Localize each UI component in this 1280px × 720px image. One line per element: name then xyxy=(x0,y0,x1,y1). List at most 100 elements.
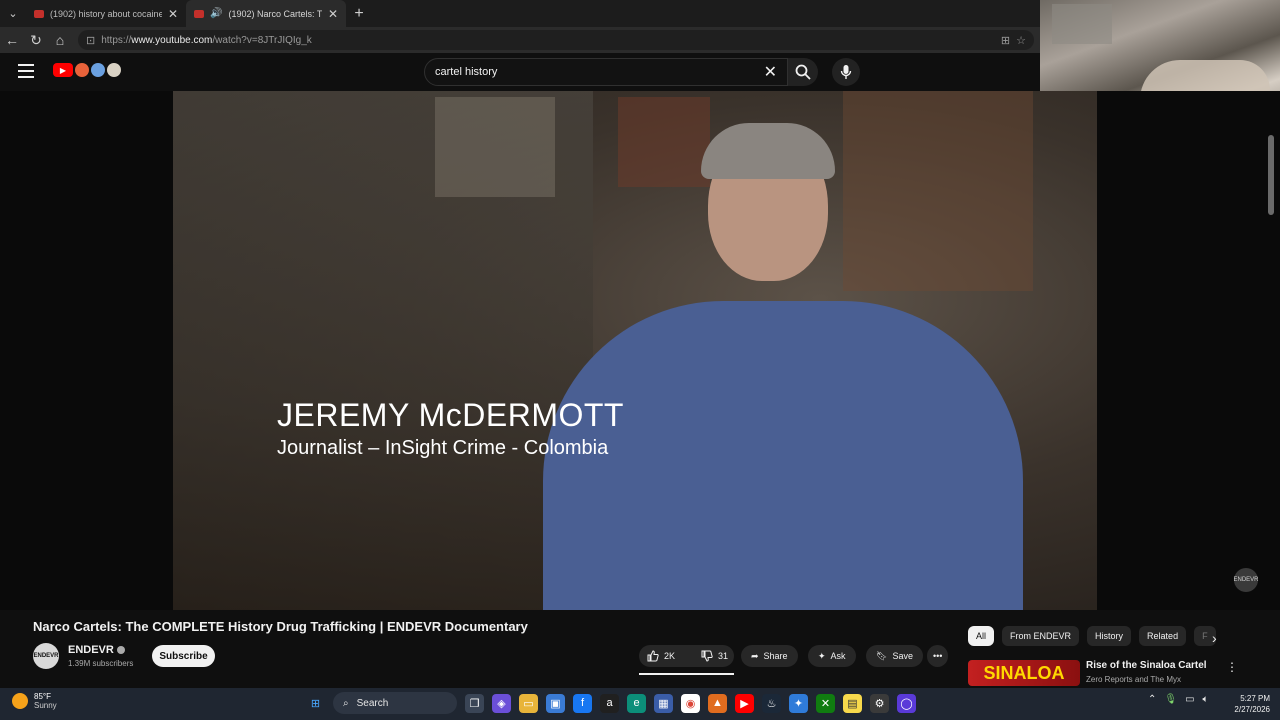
weather-condition: Sunny xyxy=(34,701,57,710)
channel-name-row[interactable]: ENDEVR xyxy=(68,644,125,656)
share-button[interactable]: ➦ Share xyxy=(741,645,798,667)
taskbar-pinned-apps: ⊞ ⌕ Search ❐ ◈ ▭ ▣ f a e ▦ ◉ ▲ ▶ ♨ ✦ ✕ ▤… xyxy=(306,692,916,714)
app-icon[interactable]: ✦ xyxy=(789,693,808,713)
sun-icon xyxy=(12,693,28,709)
related-video-title[interactable]: Rise of the Sinaloa Cartel xyxy=(1086,660,1207,671)
speaker-icon[interactable]: 🔊 xyxy=(210,8,222,19)
channel-watermark[interactable]: ENDEVR xyxy=(1234,568,1259,592)
reload-icon[interactable]: ↻ xyxy=(24,28,48,52)
chip-from-endevr[interactable]: From ENDEVR xyxy=(1002,626,1080,646)
speaker-hair xyxy=(701,123,835,179)
task-view-icon[interactable]: ❐ xyxy=(465,693,484,713)
youtube-favicon-icon xyxy=(194,9,204,18)
network-icon[interactable]: ▭ xyxy=(1185,694,1194,705)
like-button[interactable]: 2K xyxy=(639,645,683,667)
share-arrow-icon: ➦ xyxy=(751,650,759,661)
tray-overflow-chevron-icon[interactable]: ⌃ xyxy=(1148,694,1156,705)
chrome-icon[interactable]: ◉ xyxy=(681,693,700,713)
video-frame[interactable]: JEREMY McDERMOTT Journalist – InSight Cr… xyxy=(173,91,1097,610)
clock-date: 2/27/2026 xyxy=(1234,705,1270,714)
microphone-icon xyxy=(840,65,852,79)
doodle-circle-icon xyxy=(107,63,121,77)
lower-third-name: JEREMY McDERMOTT xyxy=(277,397,624,433)
file-explorer-icon[interactable]: ▭ xyxy=(519,693,538,713)
url-path: /watch?v=8JTrJIQIg_k xyxy=(212,34,312,46)
bookmark-icon: 🔖︎ xyxy=(876,650,888,661)
chevron-right-icon[interactable]: › xyxy=(1212,630,1217,646)
site-info-icon[interactable]: ⊡ xyxy=(86,34,95,47)
chip-all[interactable]: All xyxy=(968,626,995,646)
vlc-icon[interactable]: ▲ xyxy=(708,693,727,713)
clock-time: 5:27 PM xyxy=(1240,694,1270,703)
browser-tab-cocaine-history[interactable]: (1902) history about cocaine - You ✕ xyxy=(26,0,186,27)
search-input[interactable] xyxy=(435,66,764,78)
more-vertical-icon[interactable]: ⋮ xyxy=(1226,660,1238,674)
voice-search-button[interactable] xyxy=(832,58,860,86)
channel-avatar[interactable]: ENDEVR xyxy=(33,643,59,669)
system-clock[interactable]: 5:27 PM 2/27/2026 xyxy=(1228,693,1270,715)
volume-icon[interactable]: 🔈︎ xyxy=(1203,694,1209,705)
active-app-icon[interactable]: ◯ xyxy=(897,693,916,713)
store-icon[interactable]: ▣ xyxy=(546,693,565,713)
chip-related[interactable]: Related xyxy=(1139,626,1187,646)
weather-widget[interactable]: 85°F Sunny xyxy=(12,692,57,710)
address-bar[interactable]: ⊡ https://www.youtube.com/watch?v=8JTrJI… xyxy=(78,30,1034,50)
steam-icon[interactable]: ♨ xyxy=(762,693,781,713)
ask-button[interactable]: ✦ Ask xyxy=(808,645,856,667)
save-button[interactable]: 🔖︎ Save xyxy=(866,645,923,667)
page-scrollbar[interactable] xyxy=(1268,135,1274,215)
url-text: https://www.youtube.com/watch?v=8JTrJIQI… xyxy=(101,35,995,46)
search-button[interactable] xyxy=(788,58,818,86)
sticky-notes-icon[interactable]: ▤ xyxy=(843,693,862,713)
calculator-icon[interactable]: ▦ xyxy=(654,693,673,713)
copilot-icon[interactable]: ◈ xyxy=(492,693,511,713)
webcam-background-shelf xyxy=(1052,4,1112,44)
windows-start-icon[interactable]: ⊞ xyxy=(306,694,325,713)
menu-hamburger-icon[interactable] xyxy=(18,64,34,78)
favorite-star-icon[interactable]: ☆ xyxy=(1016,34,1026,47)
home-icon[interactable]: ⌂ xyxy=(48,28,72,52)
video-picture-frame xyxy=(435,97,555,197)
chip-history[interactable]: History xyxy=(1087,626,1132,646)
more-actions-button[interactable]: ••• xyxy=(927,645,949,667)
url-prefix: https:// xyxy=(101,34,132,46)
settings-gear-icon[interactable]: ⚙ xyxy=(870,693,889,713)
search-icon: ⌕ xyxy=(343,697,349,709)
new-tab-button[interactable]: + xyxy=(346,0,372,27)
tab-list-chevron-icon[interactable]: ⌄ xyxy=(0,0,26,27)
browser-tab-narco-cartels[interactable]: 🔊 (1902) Narco Cartels: The CO ✕ xyxy=(186,0,346,27)
taskbar-search[interactable]: ⌕ Search xyxy=(333,692,457,714)
youtube-logo[interactable]: ▶ xyxy=(53,63,121,77)
sparkle-icon: ✦ xyxy=(818,650,826,661)
thumbs-down-icon xyxy=(701,650,713,662)
xbox-icon[interactable]: ✕ xyxy=(816,693,835,713)
dislike-count: 31 xyxy=(718,651,729,661)
app-install-icon[interactable]: ⊞ xyxy=(1001,34,1010,47)
search-icon xyxy=(795,64,811,80)
video-player[interactable]: JEREMY McDERMOTT Journalist – InSight Cr… xyxy=(0,91,1280,610)
amazon-icon[interactable]: a xyxy=(600,693,619,713)
ask-label: Ask xyxy=(830,651,846,661)
like-dislike-group: 2K 31 xyxy=(639,645,734,667)
clear-search-icon[interactable]: ✕ xyxy=(764,62,777,82)
like-count: 2K xyxy=(664,651,676,661)
tab-title: (1902) history about cocaine - You xyxy=(50,8,162,19)
tab-close-icon[interactable]: ✕ xyxy=(328,7,338,21)
back-arrow-icon[interactable]: ← xyxy=(0,28,24,52)
video-picture-frame xyxy=(618,97,710,187)
doodle-circle-icon xyxy=(75,63,89,77)
save-label: Save xyxy=(892,651,913,661)
channel-name[interactable]: ENDEVR xyxy=(68,644,114,656)
taskbar-search-label: Search xyxy=(356,697,389,709)
related-video-channel[interactable]: Zero Reports and The Myx xyxy=(1086,675,1181,684)
dislike-button[interactable]: 31 xyxy=(693,645,736,667)
tab-close-icon[interactable]: ✕ xyxy=(168,7,178,21)
facebook-icon[interactable]: f xyxy=(573,693,592,713)
edge-icon[interactable]: e xyxy=(627,693,646,713)
lower-third-role: Journalist – InSight Crime - Colombia xyxy=(277,437,609,459)
related-video-thumbnail[interactable]: SINALOA xyxy=(968,660,1080,686)
microphone-tray-icon[interactable]: 🎙︎ xyxy=(1164,694,1177,705)
system-tray: ⌃ 🎙︎ ▭ 🔈︎ xyxy=(1148,694,1209,705)
subscribe-button[interactable]: Subscribe xyxy=(152,645,215,667)
youtube-app-icon[interactable]: ▶ xyxy=(735,693,754,713)
